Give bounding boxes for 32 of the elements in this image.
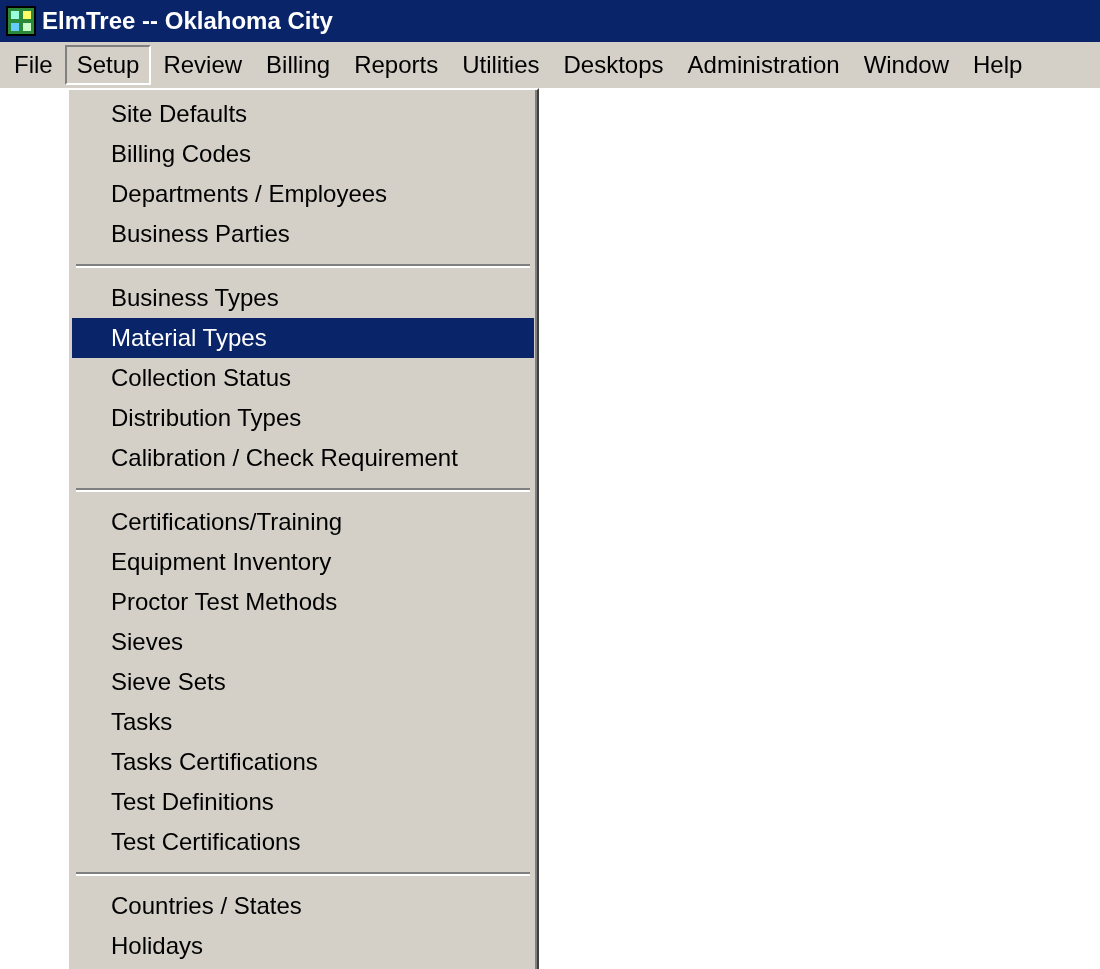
menu-item[interactable]: Distribution Types <box>72 398 534 438</box>
menu-item[interactable]: Administration <box>675 45 852 85</box>
menu-item[interactable]: Collection Status <box>72 358 534 398</box>
menu-item[interactable]: Reports <box>342 45 451 85</box>
menu-item[interactable]: Departments / Employees <box>72 174 534 214</box>
menu-item[interactable]: Site Defaults <box>72 94 534 134</box>
menu-item[interactable]: Tasks <box>72 702 534 742</box>
menu-item[interactable]: Countries / States <box>72 886 534 926</box>
menu-item[interactable]: Sieve Sets <box>72 662 534 702</box>
menu-item[interactable]: Setup <box>64 45 152 85</box>
menu-item[interactable]: Certifications/Training <box>72 502 534 542</box>
app-icon <box>6 6 36 36</box>
menu-item[interactable]: Billing <box>254 45 343 85</box>
menu-item[interactable]: Billing Codes <box>72 134 534 174</box>
menu-item[interactable]: Calibration / Check Requirement <box>72 438 534 478</box>
menu-item[interactable]: File <box>2 45 65 85</box>
menu-item[interactable]: Holidays <box>72 926 534 966</box>
menu-item[interactable]: Utilities <box>450 45 552 85</box>
menu-item[interactable]: Review <box>151 45 255 85</box>
menu-item[interactable]: Proctor Test Methods <box>72 582 534 622</box>
menu-item[interactable]: Material Types <box>72 318 534 358</box>
menu-item[interactable]: Sieves <box>72 622 534 662</box>
menu-item[interactable]: Test Certifications <box>72 822 534 862</box>
menu-item[interactable]: Help <box>961 45 1035 85</box>
menu-item[interactable]: Test Definitions <box>72 782 534 822</box>
menu-item[interactable]: Window <box>851 45 961 85</box>
menu-item[interactable]: Business Types <box>72 278 534 318</box>
menu-item[interactable]: Business Parties <box>72 214 534 254</box>
menu-item[interactable]: Desktops <box>551 45 676 85</box>
menu-item[interactable]: Tasks Certifications <box>72 742 534 782</box>
window-title: ElmTree -- Oklahoma City <box>42 7 333 35</box>
menu-item[interactable]: Equipment Inventory <box>72 542 534 582</box>
